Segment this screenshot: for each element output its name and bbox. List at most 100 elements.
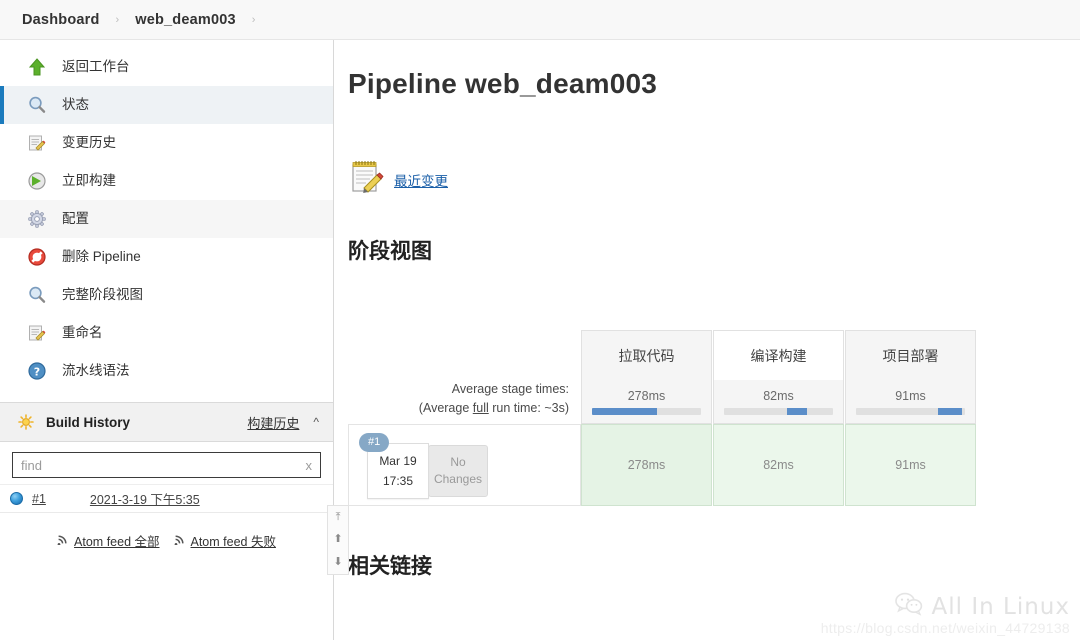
wechat-icon xyxy=(894,592,924,622)
delete-forbidden-icon xyxy=(24,246,50,268)
search-input[interactable] xyxy=(13,453,306,477)
stage-header-label: 编译构建 xyxy=(713,330,844,380)
stage-run-cell[interactable]: 278ms xyxy=(581,424,712,506)
sidebar-item-label: 立即构建 xyxy=(62,174,116,188)
atom-feed-row: Atom feed 全部 Atom feed 失败 xyxy=(0,531,333,550)
rss-icon xyxy=(57,533,69,548)
rss-icon xyxy=(174,533,186,548)
run-number-badge[interactable]: #1 xyxy=(359,433,389,452)
breadcrumb-item-job[interactable]: web_deam003 xyxy=(135,12,236,28)
run-date: Mar 19 xyxy=(379,451,416,471)
scroll-down-icon[interactable]: ⬇ xyxy=(333,557,342,568)
build-list: #1 2021-3-19 下午5:35 xyxy=(0,484,333,513)
page-title: Pipeline web_deam003 xyxy=(348,68,1080,100)
build-history-link[interactable]: 构建历史 xyxy=(247,413,299,432)
related-links-title: 相关链接 xyxy=(348,550,432,580)
recent-changes-row[interactable]: 最近变更 xyxy=(348,158,1080,201)
notepad-pencil-icon xyxy=(24,322,50,344)
breadcrumb-dropdown-icon[interactable]: › xyxy=(236,14,272,26)
recent-changes-link[interactable]: 最近变更 xyxy=(394,170,448,190)
stage-duration-bar-fill xyxy=(938,408,962,415)
sidebar-task-list: 返回工作台 状态 变更历史 xyxy=(0,40,333,390)
stage-column: 91ms xyxy=(845,380,976,424)
list-item[interactable]: #1 2021-3-19 下午5:35 xyxy=(0,485,333,513)
stage-run-cell[interactable]: 82ms xyxy=(713,424,844,506)
jenkins-pipeline-page: Dashboard › web_deam003 › 返回工作台 状态 xyxy=(0,0,1080,640)
build-timestamp-link[interactable]: 2021-3-19 下午5:35 xyxy=(90,489,200,508)
watermark: All In Linux https://blog.csdn.net/weixi… xyxy=(821,592,1070,636)
sidebar-item-configure[interactable]: 配置 xyxy=(0,200,333,238)
build-history-header[interactable]: Build History 构建历史 ^ xyxy=(0,402,333,442)
stage-view-average-row: Average stage times: (Average full run t… xyxy=(348,380,980,424)
stage-duration-bar xyxy=(724,408,833,415)
atom-feed-all-link[interactable]: Atom feed 全部 xyxy=(57,531,159,550)
stage-average-time: 91ms xyxy=(895,389,926,403)
stage-view-header-row: 拉取代码 编译构建 项目部署 xyxy=(348,330,980,380)
notepad-pencil-icon xyxy=(24,132,50,154)
stage-duration-bar xyxy=(592,408,701,415)
mini-scrollbar[interactable]: ⤒ ⬆ ⬇ xyxy=(327,505,349,575)
sidebar-item-delete-pipeline[interactable]: 删除 Pipeline xyxy=(0,238,333,276)
sidebar-item-rename[interactable]: 重命名 xyxy=(0,314,333,352)
sidebar-item-pipeline-syntax[interactable]: ? 流水线语法 xyxy=(0,352,333,390)
sidebar-item-full-stage-view[interactable]: 完整阶段视图 xyxy=(0,276,333,314)
stage-column: 91ms xyxy=(845,424,976,506)
sidebar-item-status[interactable]: 状态 xyxy=(0,86,333,124)
stage-view-run-row: #1 Mar 19 17:35 No Changes 278ms xyxy=(348,424,980,506)
stage-column: 82ms xyxy=(713,380,844,424)
stage-column: 编译构建 xyxy=(713,330,844,380)
stage-average-time: 278ms xyxy=(628,389,666,403)
stage-run-cell[interactable]: 91ms xyxy=(845,424,976,506)
sidebar-item-change-history[interactable]: 变更历史 xyxy=(0,124,333,162)
watermark-title: All In Linux xyxy=(932,594,1070,620)
run-info-cell[interactable]: #1 Mar 19 17:35 No Changes xyxy=(348,424,581,506)
build-find-box[interactable]: x xyxy=(12,452,321,478)
atom-feed-failed-link[interactable]: Atom feed 失败 xyxy=(174,531,276,550)
sidebar-item-back-to-dashboard[interactable]: 返回工作台 xyxy=(0,48,333,86)
build-find-container: x xyxy=(0,442,333,484)
magnifier-icon xyxy=(24,94,50,116)
stage-column: 82ms xyxy=(713,424,844,506)
chevron-up-icon[interactable]: ^ xyxy=(313,415,319,429)
avg-pre: (Average xyxy=(419,401,473,415)
watermark-url: https://blog.csdn.net/weixin_44729138 xyxy=(821,620,1070,636)
scroll-up-icon[interactable]: ⬆ xyxy=(333,534,342,545)
run-no-changes-line2: Changes xyxy=(434,471,482,488)
average-stage-times-label: Average stage times: (Average full run t… xyxy=(348,380,581,424)
stage-column: 278ms xyxy=(581,424,712,506)
stage-average-cell: 82ms xyxy=(713,380,844,424)
page-body: 返回工作台 状态 变更历史 xyxy=(0,40,1080,640)
blue-ball-icon xyxy=(10,492,23,505)
stage-average-cell: 278ms xyxy=(581,380,712,424)
run-no-changes-line1: No xyxy=(450,454,465,471)
build-history-title: Build History xyxy=(46,415,247,430)
stage-column: 项目部署 xyxy=(845,330,976,380)
sidebar-item-label: 完整阶段视图 xyxy=(62,288,143,302)
sidebar: 返回工作台 状态 变更历史 xyxy=(0,40,334,640)
stage-header-label: 项目部署 xyxy=(845,330,976,380)
sidebar-item-build-now[interactable]: 立即构建 xyxy=(0,162,333,200)
watermark-title-row: All In Linux xyxy=(821,592,1070,622)
scroll-to-top-icon[interactable]: ⤒ xyxy=(336,512,341,523)
stage-average-time: 82ms xyxy=(763,389,794,403)
breadcrumb-item-dashboard[interactable]: Dashboard xyxy=(22,12,100,28)
average-stage-times-line1: Average stage times: xyxy=(348,380,581,399)
stage-duration-bar xyxy=(856,408,965,415)
stage-duration-bar-fill xyxy=(592,408,657,415)
sidebar-item-label: 返回工作台 xyxy=(62,60,130,74)
build-number-link[interactable]: #1 xyxy=(32,492,46,506)
sidebar-item-label: 删除 Pipeline xyxy=(62,250,141,264)
notepad-pencil-icon xyxy=(348,158,386,201)
gear-icon xyxy=(24,208,50,230)
close-icon[interactable]: x xyxy=(306,458,321,473)
stage-view-header-spacer xyxy=(348,330,581,380)
average-run-time-line2: (Average full run time: ~3s) xyxy=(348,399,581,418)
atom-feed-failed-label: Atom feed 失败 xyxy=(191,531,276,550)
build-now-icon xyxy=(24,170,50,192)
avg-full-underline: full xyxy=(473,401,489,415)
green-up-arrow-icon xyxy=(24,56,50,78)
stage-header-label: 拉取代码 xyxy=(581,330,712,380)
main-content: Pipeline web_deam003 最近变更 阶段视图 相 xyxy=(334,40,1080,640)
stage-duration-bar-fill xyxy=(787,408,807,415)
avg-post: run time: ~3s) xyxy=(489,401,569,415)
